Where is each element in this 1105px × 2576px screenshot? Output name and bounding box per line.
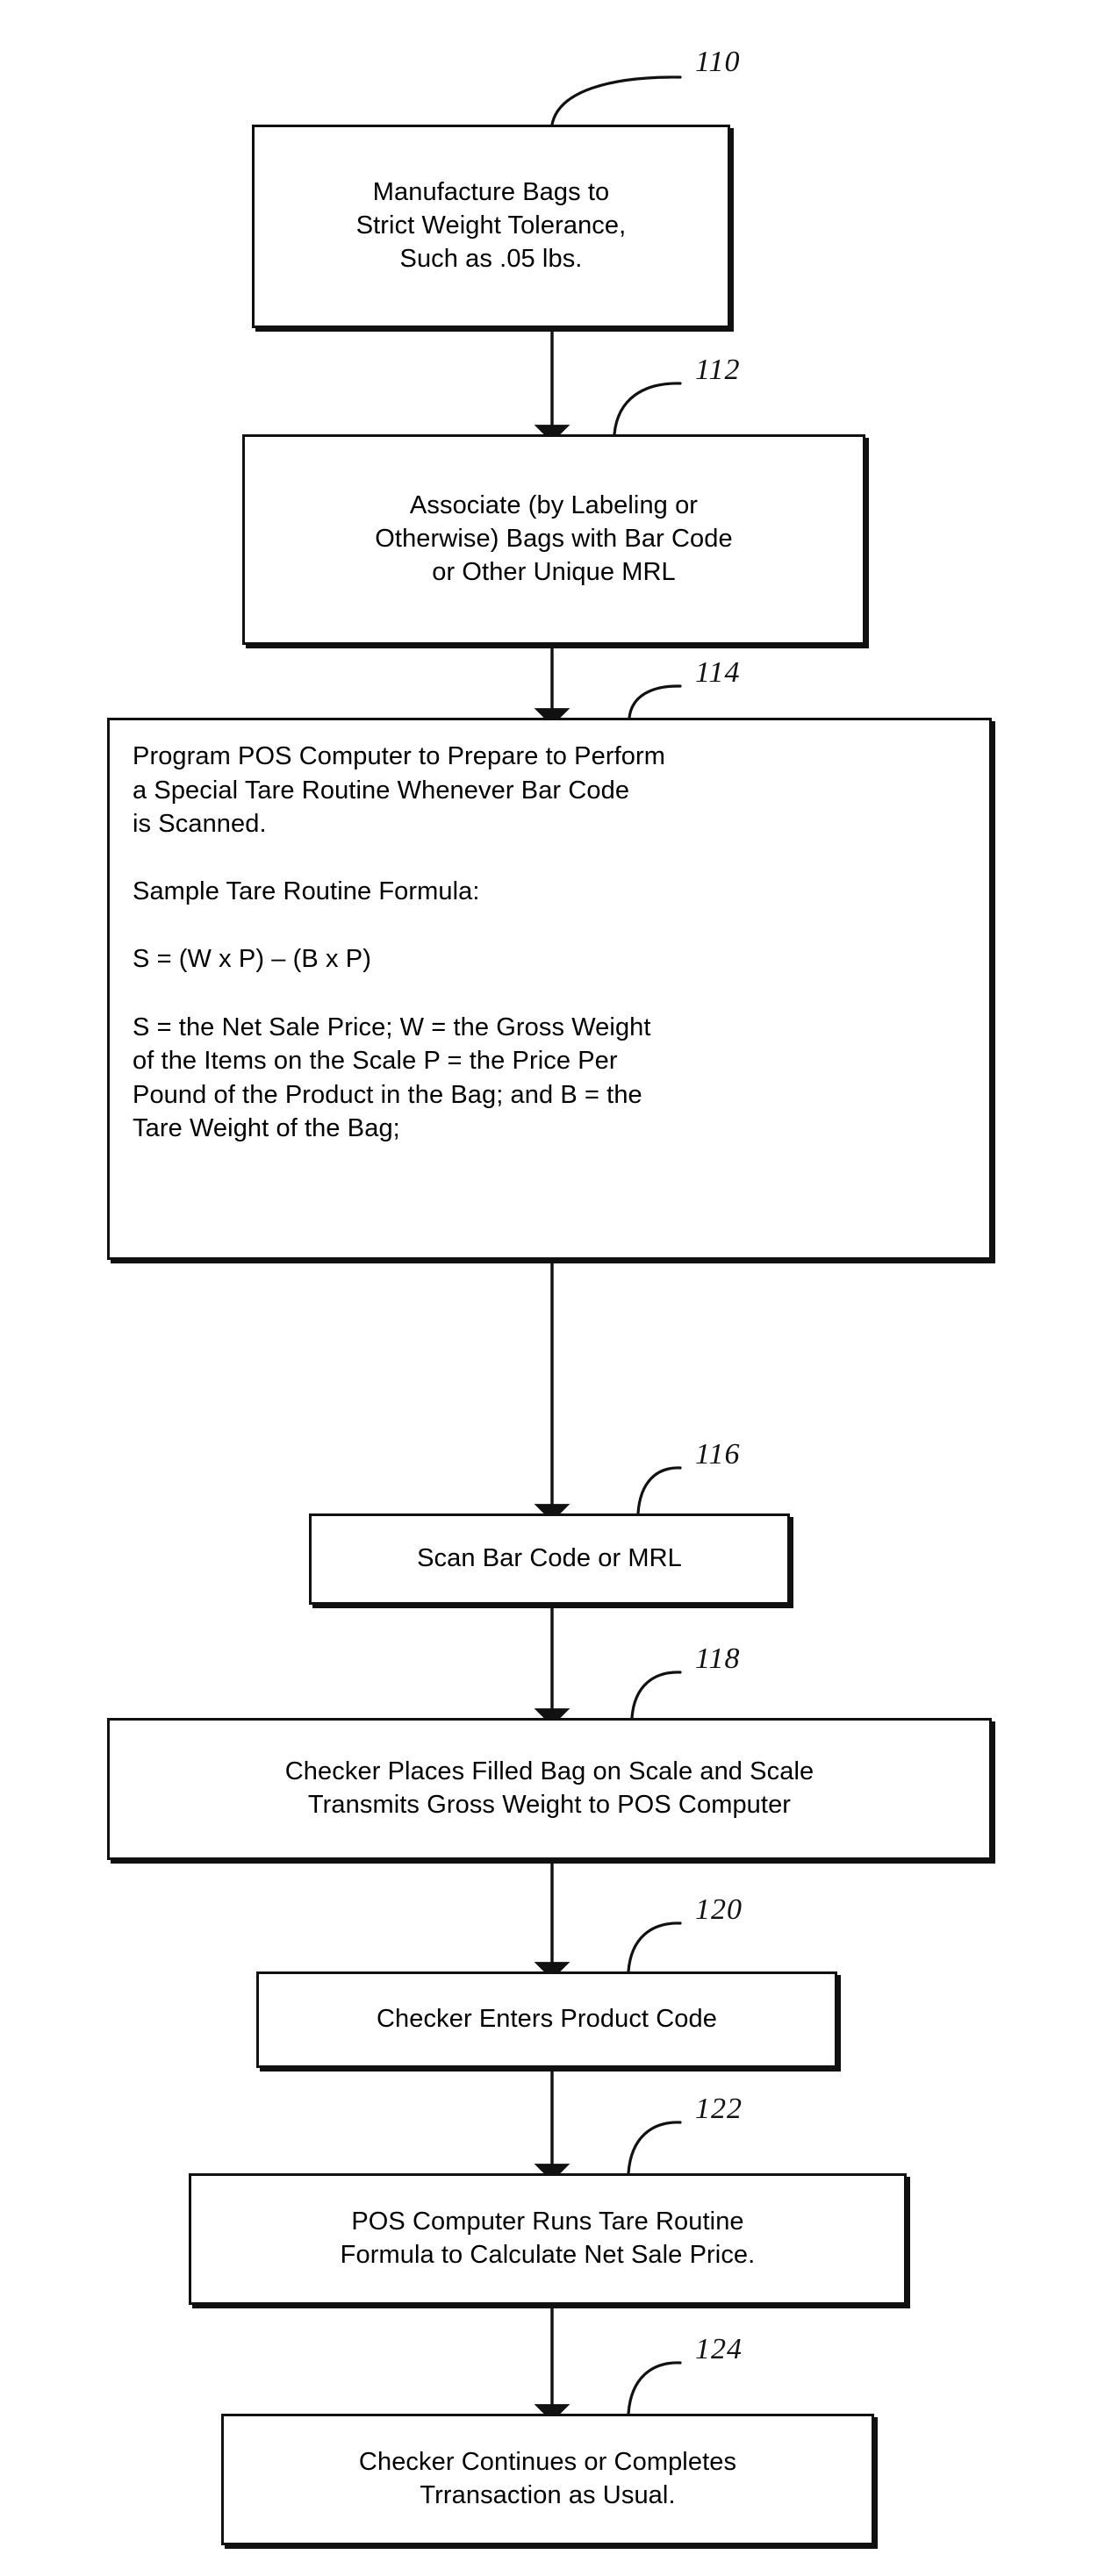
process-box-112: Associate (by Labeling or Otherwise) Bag… [242, 434, 865, 645]
leader-line-110 [550, 75, 682, 126]
process-box-110: Manufacture Bags to Strict Weight Tolera… [252, 125, 730, 328]
process-box-116: Scan Bar Code or MRL [309, 1513, 790, 1605]
reference-numeral-114: 114 [695, 656, 741, 689]
patent-flowchart: Manufacture Bags to Strict Weight Tolera… [0, 0, 1105, 2576]
process-box-label: Associate (by Labeling or Otherwise) Bag… [375, 491, 733, 586]
reference-numeral-112: 112 [695, 354, 741, 386]
reference-numeral-120: 120 [695, 1893, 743, 1926]
leader-line-116 [636, 1466, 682, 1515]
leader-line-122 [627, 2121, 682, 2175]
leader-line-118 [630, 1671, 682, 1720]
process-box-label: POS Computer Runs Tare Routine Formula t… [340, 2207, 756, 2269]
reference-numeral-116: 116 [695, 1438, 741, 1470]
process-box-label: Checker Enters Product Code [377, 2005, 717, 2034]
process-box-label: Manufacture Bags to Strict Weight Tolera… [355, 178, 627, 273]
process-box-label: Program POS Computer to Prepare to Perfo… [133, 742, 665, 1143]
reference-numeral-118: 118 [695, 1642, 741, 1675]
process-box-label: Scan Bar Code or MRL [417, 1544, 682, 1573]
leader-line-114 [628, 684, 682, 719]
process-box-label: Checker Places Filled Bag on Scale and S… [284, 1757, 814, 1819]
leader-line-120 [627, 1921, 682, 1973]
leader-line-112 [613, 382, 682, 436]
reference-numeral-122: 122 [695, 2093, 743, 2125]
reference-numeral-110: 110 [695, 46, 741, 78]
process-box-122: POS Computer Runs Tare Routine Formula t… [189, 2173, 907, 2305]
process-box-label: Checker Continues or Completes Trransact… [358, 2448, 737, 2509]
process-box-124: Checker Continues or Completes Trransact… [221, 2414, 874, 2545]
process-box-114: Program POS Computer to Prepare to Perfo… [107, 718, 992, 1260]
reference-numeral-124: 124 [695, 2333, 743, 2365]
process-box-120: Checker Enters Product Code [256, 1971, 837, 2068]
process-box-118: Checker Places Filled Bag on Scale and S… [107, 1718, 992, 1860]
leader-line-124 [627, 2361, 682, 2415]
